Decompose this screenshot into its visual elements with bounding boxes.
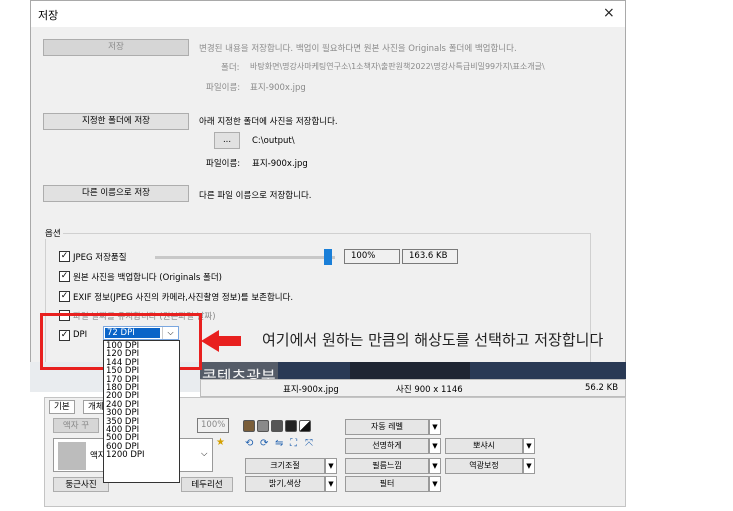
frame-button[interactable]: 액자 꾸 bbox=[53, 418, 99, 433]
chevron-down-icon[interactable]: ⌵ bbox=[162, 327, 178, 339]
output-path: C:\output\ bbox=[252, 136, 295, 146]
brightness-dropdown-arrow[interactable]: ▼ bbox=[325, 476, 337, 492]
swatch-gray[interactable] bbox=[257, 420, 269, 432]
film-button[interactable]: 필름느낌 bbox=[345, 458, 429, 474]
auto-level-button[interactable]: 자동 레벨 bbox=[345, 419, 429, 435]
save-to-folder-button[interactable]: 지정한 폴더에 저장 bbox=[43, 113, 189, 130]
blur-arrow[interactable]: ▼ bbox=[523, 438, 535, 454]
save-to-folder-desc: 아래 지정한 폴더에 사진을 저장합니다. bbox=[199, 117, 338, 127]
backlight-arrow[interactable]: ▼ bbox=[523, 458, 535, 474]
options-group-label: 옵션 bbox=[43, 227, 63, 239]
swatch-black[interactable] bbox=[285, 420, 297, 432]
flip-icon[interactable]: ⇋ bbox=[275, 438, 283, 449]
zoom-value: 100% bbox=[197, 418, 229, 433]
sharpen-arrow[interactable]: ▼ bbox=[429, 438, 441, 454]
backup-label: 원본 사진을 백업합니다 (Originals 폴더) bbox=[73, 273, 222, 283]
status-bar: 표지-900x.jpg 사진 900 x 1146 56.2 KB bbox=[200, 379, 626, 397]
sharpen-button[interactable]: 선명하게 bbox=[345, 438, 429, 454]
dpi-options-list: 100 DPI 120 DPI 144 DPI 150 DPI 170 DPI … bbox=[103, 340, 180, 483]
folder-path: 바탕화면\명강사마케팅연구소\1소책자\출판원책2022\명강사특급비밀99가지… bbox=[250, 62, 545, 71]
quality-slider-thumb[interactable] bbox=[324, 249, 332, 265]
close-icon[interactable]: × bbox=[603, 5, 615, 21]
chevron-down-icon: ⌵ bbox=[201, 449, 208, 459]
filter-arrow[interactable]: ▼ bbox=[429, 476, 441, 492]
backup-checkbox[interactable]: ✓ bbox=[59, 271, 70, 282]
quality-value: 100% bbox=[344, 249, 400, 264]
tab-basic[interactable]: 기본 bbox=[49, 400, 75, 414]
quality-slider-track[interactable] bbox=[155, 256, 335, 259]
frame-thumbnail bbox=[58, 442, 86, 470]
rotate-right-icon[interactable]: ⟳ bbox=[260, 438, 268, 449]
filter-button[interactable]: 필터 bbox=[345, 476, 429, 492]
save-as-desc: 다른 파일 이름으로 저장합니다. bbox=[199, 191, 312, 201]
resize-icon[interactable]: ⤧ bbox=[305, 438, 313, 449]
auto-level-arrow[interactable]: ▼ bbox=[429, 419, 441, 435]
status-size: 사진 900 x 1146 bbox=[396, 385, 463, 395]
border-button[interactable]: 테두리선 bbox=[181, 477, 233, 492]
save-as-button[interactable]: 다른 이름으로 저장 bbox=[43, 185, 189, 202]
file-size-value: 163.6 KB bbox=[402, 249, 458, 264]
exif-checkbox[interactable]: ✓ bbox=[59, 291, 70, 302]
star-icon[interactable]: ★ bbox=[216, 437, 225, 448]
exif-label: EXIF 정보(JPEG 사진의 카메라,사진촬영 정보)를 보존합니다. bbox=[73, 293, 294, 303]
rotate-left-icon[interactable]: ⟲ bbox=[245, 438, 253, 449]
filename-value: 표지-900x.jpg bbox=[250, 83, 306, 93]
folder-filename-value: 표지-900x.jpg bbox=[252, 159, 308, 169]
jpeg-quality-label: JPEG 저장품질 bbox=[73, 253, 127, 263]
dialog-title: 저장 bbox=[38, 9, 59, 22]
status-filesize: 56.2 KB bbox=[585, 383, 619, 393]
round-photo-button[interactable]: 둥근사진 bbox=[53, 477, 109, 492]
folder-filename-label: 파일이름: bbox=[206, 159, 241, 169]
save-desc: 변경된 내용을 저장합니다. 백업이 필요하다면 원본 사진을 Original… bbox=[199, 44, 517, 54]
blur-button[interactable]: 뽀샤시 bbox=[445, 438, 523, 454]
folder-label: 폴더: bbox=[221, 63, 240, 73]
arrow-shaft bbox=[218, 336, 241, 346]
save-button[interactable]: 저장 bbox=[43, 39, 189, 56]
backlight-button[interactable]: 역광보정 bbox=[445, 458, 523, 474]
browse-button[interactable]: ... bbox=[214, 132, 240, 149]
title-bar: 저장 × bbox=[31, 1, 625, 27]
dpi-selected-value: 72 DPI bbox=[105, 328, 160, 338]
dpi-option[interactable]: 1200 DPI bbox=[106, 451, 145, 460]
filename-label: 파일이름: bbox=[206, 83, 241, 93]
dpi-select[interactable]: 72 DPI ⌵ bbox=[103, 326, 179, 340]
resize-dropdown[interactable]: 크기조절 bbox=[245, 458, 325, 474]
brightness-dropdown[interactable]: 밝기,색상 bbox=[245, 476, 325, 492]
swatch-contrast[interactable] bbox=[299, 420, 311, 432]
resize-dropdown-arrow[interactable]: ▼ bbox=[325, 458, 337, 474]
annotation-text: 여기에서 원하는 만큼의 해상도를 선택하고 저장합니다 bbox=[262, 331, 604, 349]
status-filename: 표지-900x.jpg bbox=[283, 385, 339, 395]
arrow-icon bbox=[201, 330, 219, 352]
film-arrow[interactable]: ▼ bbox=[429, 458, 441, 474]
swatch-brown[interactable] bbox=[243, 420, 255, 432]
crop-icon[interactable]: ⛶ bbox=[290, 438, 297, 449]
jpeg-quality-checkbox[interactable]: ✓ bbox=[59, 251, 70, 262]
swatch-dark[interactable] bbox=[271, 420, 283, 432]
